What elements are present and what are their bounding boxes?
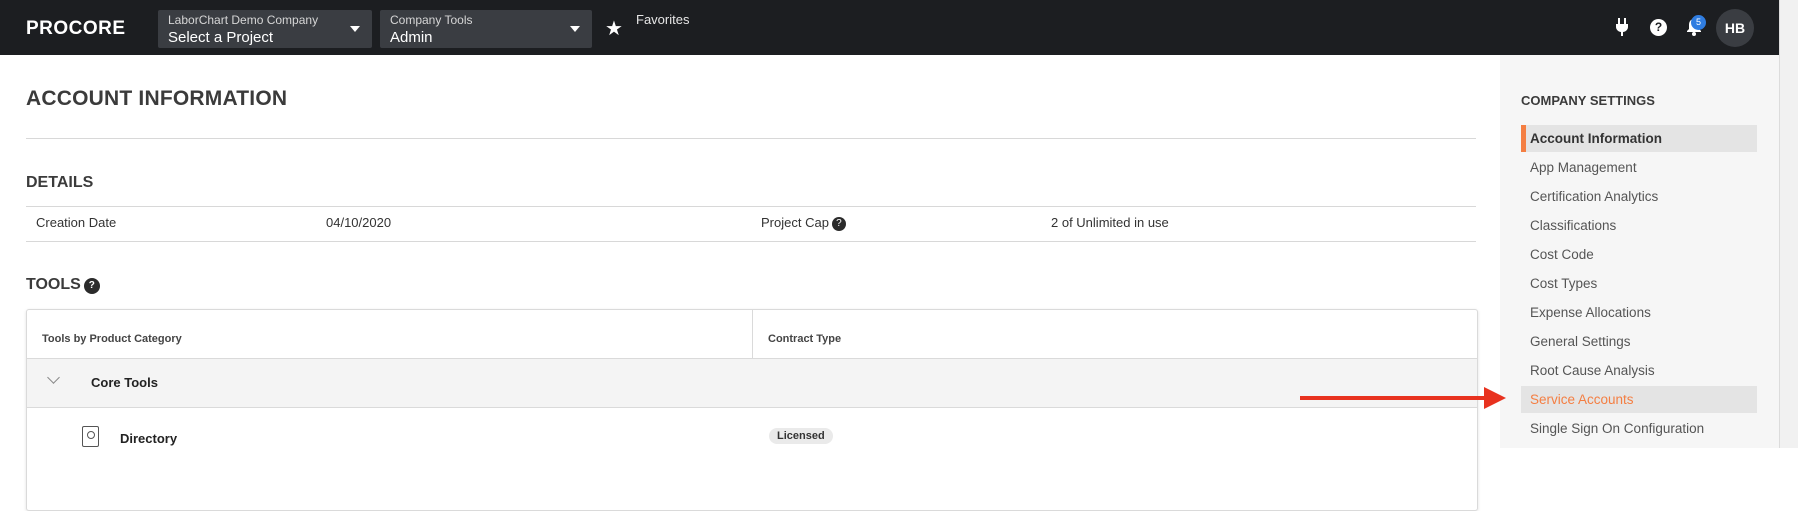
tools-table: Tools by Product Category Contract Type … xyxy=(26,309,1478,511)
sidebar-item-cost-code[interactable]: Cost Code xyxy=(1521,241,1757,268)
tool-selector-caption: Company Tools xyxy=(390,13,473,27)
chevron-down-icon xyxy=(350,26,360,32)
column-divider xyxy=(752,310,753,358)
contract-type-badge: Licensed xyxy=(769,428,833,444)
project-cap-value: 2 of Unlimited in use xyxy=(1051,215,1169,230)
tool-selector-value: Admin xyxy=(390,29,433,46)
directory-icon xyxy=(82,426,99,447)
divider xyxy=(26,241,1476,242)
project-select-value: Select a Project xyxy=(168,29,274,46)
chevron-down-icon[interactable] xyxy=(47,371,60,384)
tool-name[interactable]: Directory xyxy=(120,431,177,446)
creation-date-label: Creation Date xyxy=(36,215,117,230)
sidebar-heading: COMPANY SETTINGS xyxy=(1521,93,1655,108)
help-icon[interactable]: ? xyxy=(831,217,846,231)
company-settings-sidebar: COMPANY SETTINGS Account Information App … xyxy=(1500,55,1780,448)
sidebar-item-certification-analytics[interactable]: Certification Analytics xyxy=(1521,183,1757,210)
tool-selector[interactable]: Company Tools Admin xyxy=(380,10,592,48)
sidebar-item-cost-types[interactable]: Cost Types xyxy=(1521,270,1757,297)
sidebar-item-general-settings[interactable]: General Settings xyxy=(1521,328,1757,355)
help-icon[interactable]: ? xyxy=(1650,19,1667,36)
sidebar-item-root-cause-analysis[interactable]: Root Cause Analysis xyxy=(1521,357,1757,384)
category-row-core-tools[interactable]: Core Tools xyxy=(27,359,1477,407)
company-name: LaborChart Demo Company xyxy=(168,13,319,27)
tools-heading-text: TOOLS xyxy=(26,276,81,293)
project-cap-label-text: Project Cap xyxy=(761,215,829,230)
sidebar-item-classifications[interactable]: Classifications xyxy=(1521,212,1757,239)
star-icon[interactable]: ★ xyxy=(605,16,623,41)
user-avatar[interactable]: HB xyxy=(1716,9,1754,47)
procore-logo[interactable]: PROCORE xyxy=(26,18,126,40)
top-navigation-bar: PROCORE LaborChart Demo Company Select a… xyxy=(0,0,1780,55)
category-label: Core Tools xyxy=(91,375,158,390)
plug-icon[interactable] xyxy=(1614,17,1630,42)
divider xyxy=(26,206,1476,207)
creation-date-value: 04/10/2020 xyxy=(326,215,392,230)
sidebar-item-app-management[interactable]: App Management xyxy=(1521,154,1757,181)
notification-count-badge: 5 xyxy=(1691,15,1706,30)
annotation-arrow-head xyxy=(1484,387,1506,409)
chevron-down-icon xyxy=(570,26,580,32)
help-icon[interactable]: ? xyxy=(83,278,100,294)
annotation-arrow-shaft xyxy=(1300,396,1490,400)
scrollbar[interactable] xyxy=(1779,0,1798,448)
row-divider xyxy=(27,407,1477,408)
sidebar-item-service-accounts[interactable]: Service Accounts xyxy=(1521,386,1757,413)
project-cap-label: Project Cap? xyxy=(761,215,846,231)
project-selector[interactable]: LaborChart Demo Company Select a Project xyxy=(158,10,372,48)
sidebar-item-single-sign-on-configuration[interactable]: Single Sign On Configuration xyxy=(1521,415,1757,442)
page-title: ACCOUNT INFORMATION xyxy=(26,87,288,110)
sidebar-item-account-information[interactable]: Account Information xyxy=(1521,125,1757,152)
column-header-tools[interactable]: Tools by Product Category xyxy=(42,333,182,345)
tools-heading: TOOLS? xyxy=(26,276,100,294)
details-heading: DETAILS xyxy=(26,174,94,191)
sidebar-item-expense-allocations[interactable]: Expense Allocations xyxy=(1521,299,1757,326)
divider xyxy=(26,138,1476,139)
column-header-contract-type[interactable]: Contract Type xyxy=(768,333,841,345)
favorites-link[interactable]: Favorites xyxy=(636,12,689,27)
